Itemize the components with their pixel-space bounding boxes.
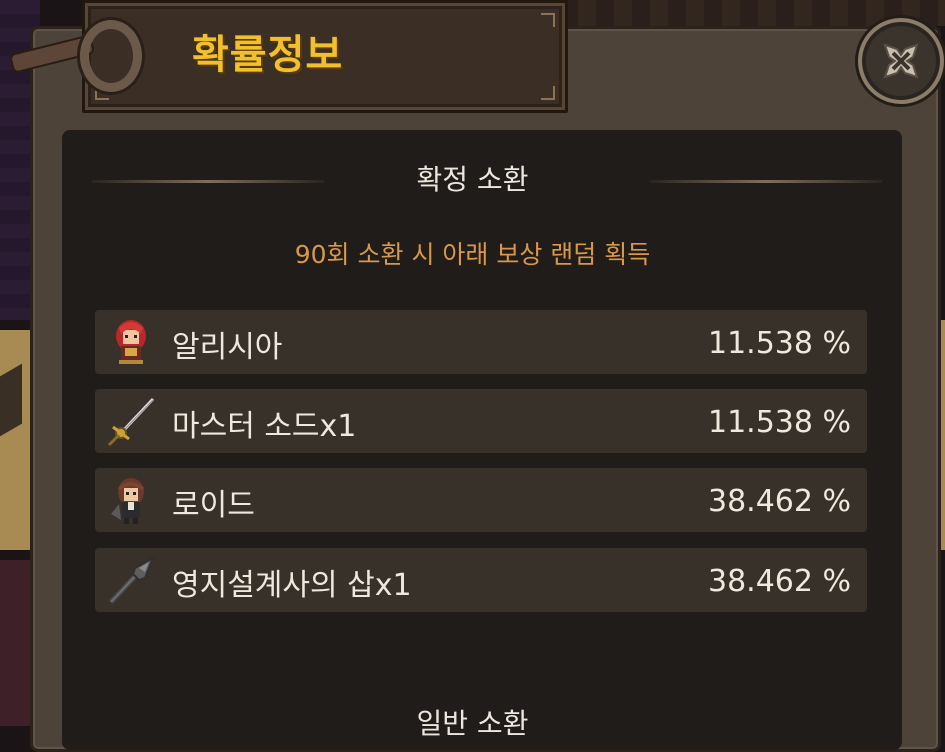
- reward-percent: 38.462 %: [707, 484, 851, 519]
- guaranteed-summon-description: 90회 소환 시 아래 보상 랜덤 획득: [294, 240, 651, 269]
- guaranteed-summon-header: 확정 소환: [416, 163, 529, 196]
- reward-percent: 38.462 %: [707, 564, 851, 599]
- shovel-icon: [109, 555, 155, 604]
- normal-summon-header: 일반 소환: [416, 707, 529, 740]
- close-button[interactable]: [858, 18, 944, 104]
- close-x-icon: [883, 43, 919, 79]
- reward-percent: 11.538 %: [707, 405, 851, 440]
- master-sword-icon: [107, 397, 155, 447]
- plate-corner-ornament: [541, 13, 555, 27]
- reward-name: 알리시아: [172, 330, 283, 365]
- plate-corner-ornament: [541, 86, 555, 100]
- reward-row: 로이드 38.462 %: [95, 468, 867, 532]
- reward-percent: 11.538 %: [707, 326, 851, 361]
- ring-ornament-icon: [80, 20, 142, 92]
- reward-name: 마스터 소드x1: [172, 409, 357, 444]
- dialog-title: 확률정보: [192, 32, 344, 78]
- reward-name: 영지설계사의 삽x1: [172, 568, 412, 603]
- reward-name: 로이드: [172, 488, 255, 523]
- reward-row: 알리시아 11.538 %: [95, 310, 867, 374]
- lloyd-character-icon: [111, 478, 144, 524]
- alicia-character-icon: [116, 320, 146, 364]
- reward-row: 영지설계사의 삽x1 38.462 %: [95, 548, 867, 612]
- reward-row: 마스터 소드x1 11.538 %: [95, 389, 867, 453]
- background-scene-middle: [0, 330, 30, 550]
